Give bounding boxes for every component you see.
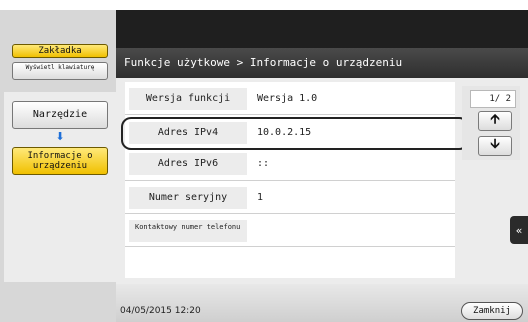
page-up-button[interactable]: 🡩 [478,111,512,131]
row-divider [125,246,455,247]
page-down-button[interactable]: 🡫 [478,136,512,156]
nav-down-arrow-icon: ⬇ [55,130,65,143]
bookmark-button[interactable]: Zakładka [12,44,108,58]
page-title: Funkcje użytkowe > Informacje o urządzen… [116,48,528,78]
date-time: 04/05/2015 12:20 [120,306,201,316]
close-button[interactable]: Zamknij [461,302,523,320]
arrow-down-icon: 🡫 [490,137,500,152]
ipv4-highlight-outline [121,117,469,150]
row-function-version: Wersja funkcji Wersja 1.0 [125,88,455,110]
row-value: Wersja 1.0 [251,88,451,110]
row-label: Wersja funkcji [129,88,247,110]
tools-button[interactable]: Narzędzie [12,101,108,129]
row-divider [125,180,455,181]
row-divider [125,114,455,115]
double-chevron-left-icon: « [515,223,523,237]
row-label: Adres IPv6 [129,153,247,175]
row-contact-phone: Kontaktowy numer telefonu [125,220,455,242]
device-screen: Funkcje użytkowe > Informacje o urządzen… [0,0,528,322]
row-divider [125,213,455,214]
row-serial-number: Numer seryjny 1 [125,187,455,209]
arrow-up-icon: 🡩 [490,112,500,127]
row-value: 1 [251,187,451,209]
top-margin [0,0,528,10]
side-panel-tab[interactable]: « [510,216,528,244]
device-info-button[interactable]: Informacje o urządzeniu [12,147,108,175]
row-ipv6-address: Adres IPv6 :: [125,153,455,175]
row-value: :: [251,153,451,175]
header-band [116,10,528,48]
show-keyboard-button[interactable]: Wyświetl klawiaturę [12,62,108,80]
row-label: Numer seryjny [129,187,247,209]
row-label: Kontaktowy numer telefonu [129,220,247,242]
row-value [251,220,451,242]
page-indicator: 1/ 2 [470,90,516,108]
